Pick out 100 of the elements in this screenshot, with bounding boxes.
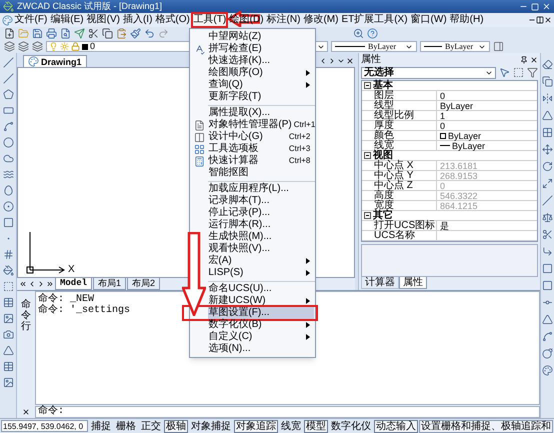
triangle-icon[interactable] — [2, 345, 14, 356]
property-value[interactable]: 0 — [437, 91, 537, 100]
line-icon[interactable] — [542, 195, 553, 206]
next-tab-icon[interactable] — [37, 280, 45, 288]
status-toggle[interactable]: 对象捕捉 — [189, 420, 233, 432]
rotate-icon[interactable] — [542, 161, 553, 172]
menu-item[interactable]: 视图(V) — [85, 14, 122, 26]
calculator-icon[interactable] — [194, 156, 205, 166]
copy-icon[interactable] — [102, 28, 113, 39]
status-toggle[interactable]: 捕捉 — [89, 420, 113, 432]
rectangle-icon[interactable] — [2, 105, 14, 116]
menu-item[interactable]: 生成快照(M)... — [208, 231, 314, 243]
arc-icon[interactable] — [2, 121, 14, 132]
menu-item[interactable]: 标注(N) — [265, 14, 302, 26]
camera-icon[interactable] — [2, 329, 14, 340]
menu-item[interactable]: 快速选择(K)... — [208, 55, 314, 67]
menu-item[interactable]: 加载应用程序(L)... — [208, 183, 314, 195]
menu-item[interactable]: 查询(Q) — [208, 79, 314, 91]
polygon-icon[interactable] — [2, 89, 14, 100]
panel-tab[interactable]: 属性 — [399, 277, 427, 289]
last-tab-icon[interactable] — [46, 280, 54, 288]
menu-item[interactable]: 宏(A) — [208, 255, 314, 267]
property-value[interactable]: 0 — [437, 121, 537, 130]
preview-icon[interactable] — [60, 28, 71, 39]
copy-icon[interactable] — [542, 76, 553, 87]
menu-item[interactable]: 记录脚本(T)... — [208, 195, 314, 207]
layers-icon[interactable] — [18, 41, 29, 52]
fill-icon[interactable] — [2, 265, 14, 276]
circle-icon[interactable] — [2, 137, 14, 148]
status-toggle[interactable]: 线宽 — [279, 420, 303, 432]
layout-tab[interactable]: 布局2 — [127, 278, 160, 290]
first-tab-icon[interactable] — [19, 280, 27, 288]
image-icon[interactable] — [2, 313, 14, 324]
explode-icon[interactable] — [542, 348, 553, 359]
layers-icon[interactable] — [4, 41, 15, 52]
property-value[interactable]: ByLayer — [437, 141, 537, 150]
lineweight-dropdown[interactable]: ByLayer — [420, 41, 490, 52]
menu-item[interactable]: 停止记录(P)... — [208, 207, 314, 219]
menu-item[interactable]: 观看快照(V)... — [208, 243, 314, 255]
save-icon[interactable] — [32, 28, 43, 39]
new-file-icon[interactable] — [4, 28, 15, 39]
menu-item[interactable]: 选项(N)... — [208, 343, 314, 355]
maximize-icon[interactable] — [531, 2, 539, 10]
menu-item[interactable]: 设计中心(G) Ctrl+2 — [208, 131, 314, 143]
menu-item[interactable]: 编辑(E) — [48, 14, 86, 26]
undo-icon[interactable] — [144, 28, 155, 39]
close-icon[interactable] — [22, 408, 30, 416]
table-icon[interactable] — [2, 361, 14, 372]
printer-icon[interactable] — [46, 28, 57, 39]
move-icon[interactable] — [542, 144, 553, 155]
status-toggle[interactable]: 数字化仪 — [329, 420, 373, 432]
menu-item[interactable]: 草图设置(F)... — [208, 307, 314, 319]
menu-item[interactable]: 自定义(C) — [208, 331, 314, 343]
status-toggle[interactable]: 模型 — [304, 420, 328, 432]
restore-icon[interactable] — [536, 16, 544, 24]
cut-icon[interactable] — [88, 28, 99, 39]
scale-icon[interactable] — [542, 212, 553, 223]
document-tab[interactable]: Drawing1 — [23, 55, 87, 67]
triangle-icon[interactable] — [542, 110, 553, 121]
menu-item[interactable]: 快速计算器 Ctrl+8 — [208, 155, 314, 167]
square-icon[interactable] — [542, 263, 553, 274]
palette-icon[interactable] — [542, 365, 553, 376]
cloud-icon[interactable] — [2, 153, 14, 164]
scroll-right-icon[interactable] — [328, 57, 336, 65]
panel-tab[interactable]: 计算器 — [361, 277, 399, 289]
collapse-toggle[interactable] — [364, 152, 371, 159]
menu-item[interactable]: 属性提取(X)... — [208, 107, 314, 119]
app-icon[interactable] — [3, 1, 14, 12]
property-value[interactable]: 是 — [437, 221, 537, 230]
layout-tab[interactable]: 布局1 — [93, 278, 126, 290]
menu-item[interactable]: 数字化仪(B) — [208, 319, 314, 331]
previous-tab-icon[interactable] — [28, 280, 36, 288]
layout-tab[interactable]: Model — [55, 278, 92, 290]
caret-icon[interactable] — [337, 57, 345, 65]
eraser-icon[interactable] — [542, 59, 553, 70]
filter-icon[interactable] — [527, 67, 538, 78]
line-icon[interactable] — [2, 57, 14, 68]
command-input-field[interactable]: 命令: — [35, 406, 540, 418]
collapse-toggle[interactable] — [364, 82, 371, 89]
quick-select-icon[interactable] — [513, 67, 524, 78]
menu-item[interactable]: 文件(F) — [13, 14, 49, 26]
menu-item[interactable]: 命名UCS(U)... — [208, 283, 314, 295]
scale-icon[interactable] — [542, 178, 553, 189]
close-icon[interactable] — [544, 16, 552, 24]
drawing-icon[interactable] — [28, 56, 39, 67]
linetype-dropdown[interactable]: ByLayer — [331, 41, 417, 52]
menu-item[interactable]: 运行脚本(R)... — [208, 219, 314, 231]
menu-item[interactable]: ET扩展工具(X) — [340, 14, 410, 26]
menu-item[interactable]: 中望网站(Z) — [208, 31, 314, 43]
panel-icon[interactable] — [194, 132, 205, 142]
spellcheck-icon[interactable] — [194, 44, 205, 54]
menu-item[interactable]: 智能抠图 — [208, 167, 314, 179]
status-toggle[interactable]: 对象追踪 — [234, 420, 278, 432]
menu-item[interactable]: 工具选项板 Ctrl+3 — [208, 143, 314, 155]
menu-item[interactable]: 工具(T) — [191, 12, 228, 28]
property-value[interactable]: ByLayer — [437, 131, 537, 140]
grid-icon[interactable] — [542, 127, 553, 138]
panel-icon[interactable] — [493, 41, 504, 52]
square-icon[interactable] — [542, 280, 553, 291]
select-objects-icon[interactable] — [499, 67, 510, 78]
